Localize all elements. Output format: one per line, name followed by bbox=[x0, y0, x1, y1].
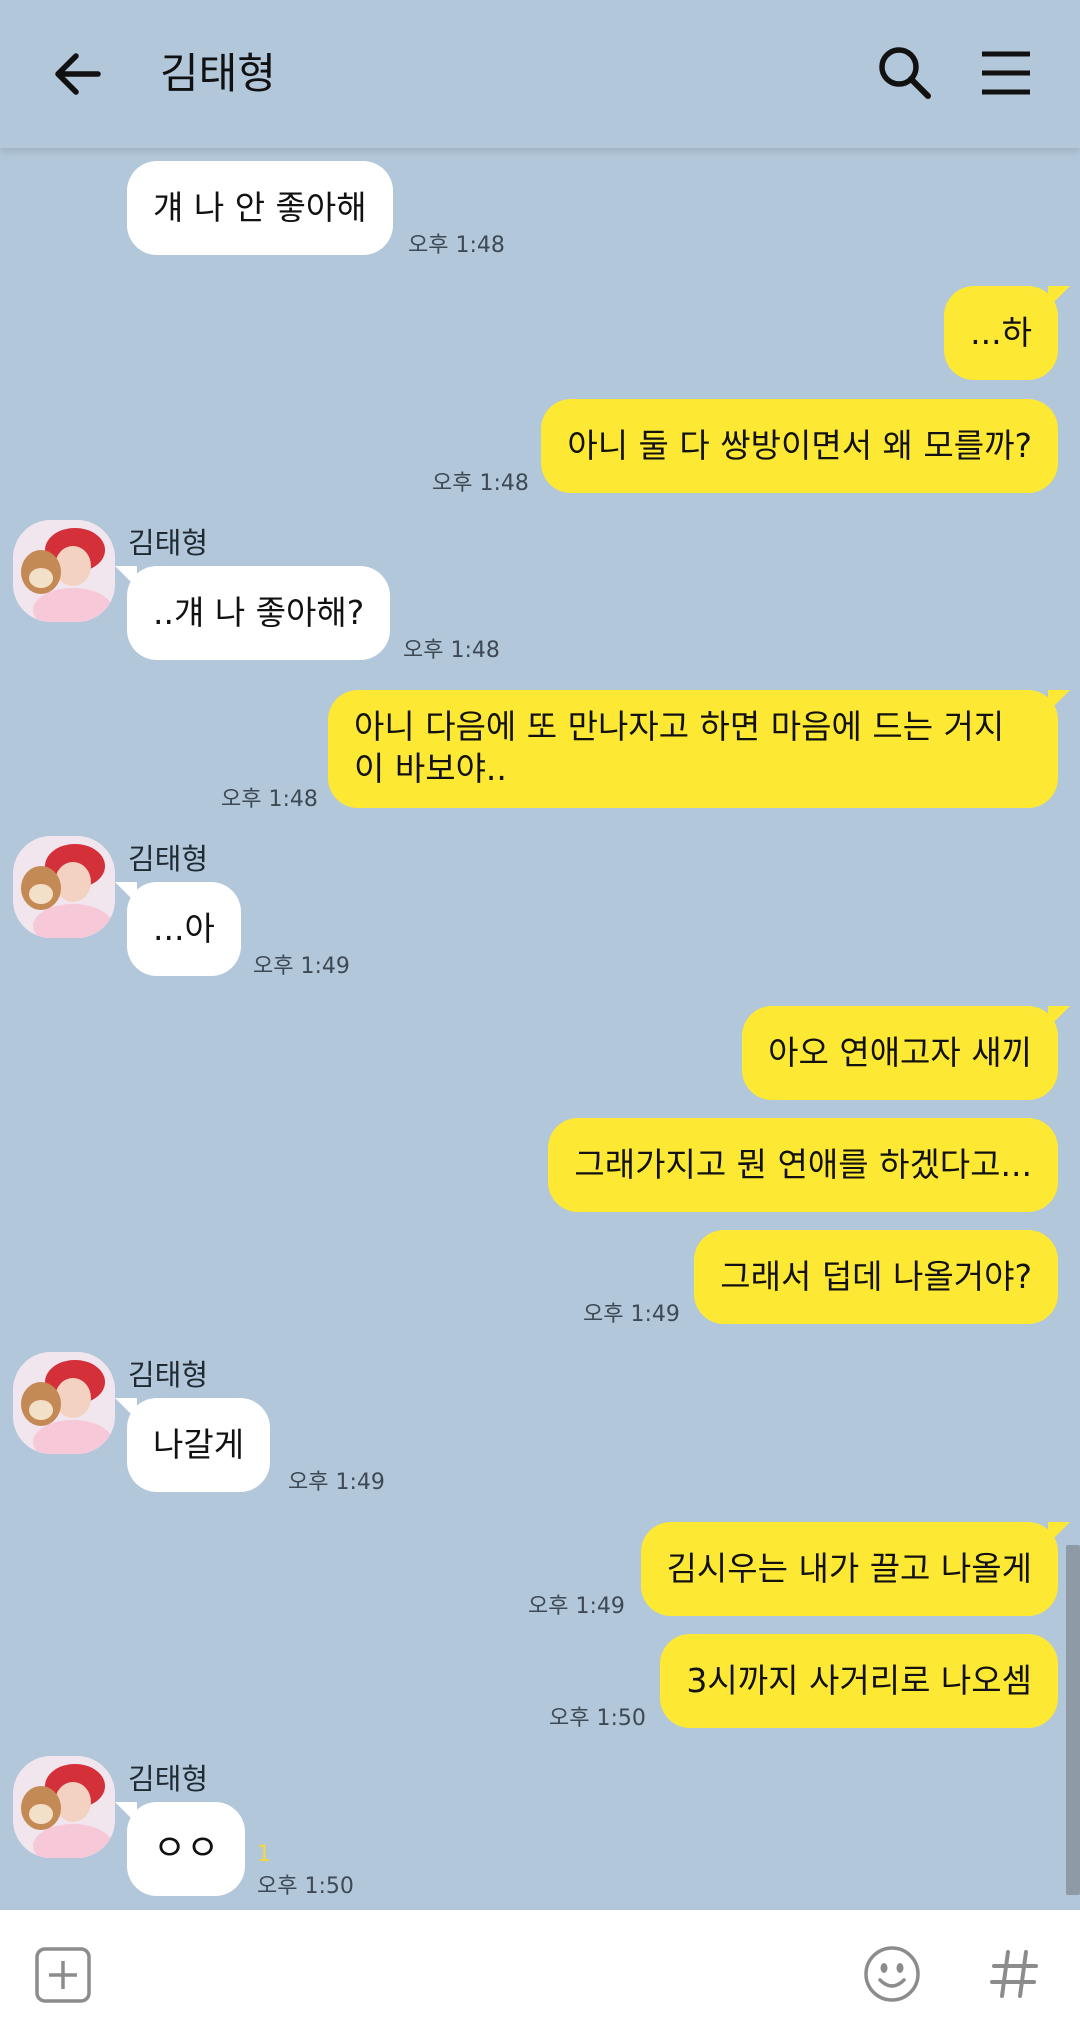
message-bubble-received: ...아 bbox=[115, 882, 241, 976]
message-time: 오후 1:49 bbox=[583, 1302, 680, 1327]
avatar[interactable] bbox=[13, 836, 115, 938]
message-bubble-received: 걔 나 안 좋아해 bbox=[127, 161, 393, 255]
message-bubble-sent: 아오 연애고자 새끼 bbox=[742, 1006, 1070, 1100]
avatar[interactable] bbox=[13, 1352, 115, 1454]
menu-icon[interactable] bbox=[978, 46, 1034, 102]
unread-count: 1 bbox=[257, 1842, 271, 1867]
hash-icon[interactable] bbox=[984, 1944, 1044, 2004]
message-time: 오후 1:50 bbox=[257, 1874, 354, 1899]
message-bubble-sent: 아니 둘 다 쌍방이면서 왜 모를까? bbox=[541, 399, 1058, 493]
plus-icon[interactable] bbox=[34, 1946, 92, 2004]
message-bubble-received: 나갈게 bbox=[114, 1398, 271, 1492]
message-time: 오후 1:48 bbox=[403, 638, 500, 663]
message-bubble-sent: 그래서 덥데 나올거야? bbox=[694, 1230, 1058, 1324]
emoji-icon[interactable] bbox=[862, 1944, 922, 2004]
sender-name: 김태형 bbox=[128, 1358, 209, 1392]
sender-name: 김태형 bbox=[128, 1762, 209, 1796]
message-bubble-sent: 아니 다음에 또 만나자고 하면 마음에 드는 거지 이 바보야.. bbox=[328, 690, 1070, 808]
message-time: 오후 1:49 bbox=[253, 954, 350, 979]
avatar[interactable] bbox=[13, 520, 115, 622]
message-time: 오후 1:50 bbox=[549, 1706, 646, 1731]
message-time: 오후 1:48 bbox=[408, 233, 505, 258]
message-bubble-sent: ...하 bbox=[944, 286, 1070, 380]
message-time: 오후 1:49 bbox=[528, 1594, 625, 1619]
message-time: 오후 1:48 bbox=[432, 471, 529, 496]
message-bubble-sent: 김시우는 내가 끌고 나올게 bbox=[640, 1522, 1071, 1616]
message-input-bar bbox=[0, 1910, 1080, 2038]
message-bubble-sent: 3시까지 사거리로 나오셈 bbox=[660, 1634, 1058, 1728]
chat-area[interactable]: 걔 나 안 좋아해 오후 1:48 ...하 아니 둘 다 쌍방이면서 왜 모를… bbox=[0, 148, 1080, 1910]
back-arrow-icon[interactable] bbox=[48, 44, 108, 104]
message-time: 오후 1:49 bbox=[288, 1470, 385, 1495]
message-time: 오후 1:48 bbox=[221, 787, 318, 812]
message-bubble-received: ..걔 나 좋아해? bbox=[114, 566, 391, 660]
avatar[interactable] bbox=[13, 1756, 115, 1858]
chat-title: 김태형 bbox=[160, 49, 276, 98]
scrollbar[interactable] bbox=[1066, 1545, 1080, 1895]
search-icon[interactable] bbox=[874, 42, 934, 102]
sender-name: 김태형 bbox=[128, 526, 209, 560]
chat-header: 김태형 bbox=[0, 0, 1080, 148]
message-bubble-sent: 그래가지고 뭔 연애를 하겠다고... bbox=[548, 1118, 1058, 1212]
sender-name: 김태형 bbox=[128, 842, 209, 876]
message-bubble-received: ㅇㅇ bbox=[114, 1802, 246, 1896]
